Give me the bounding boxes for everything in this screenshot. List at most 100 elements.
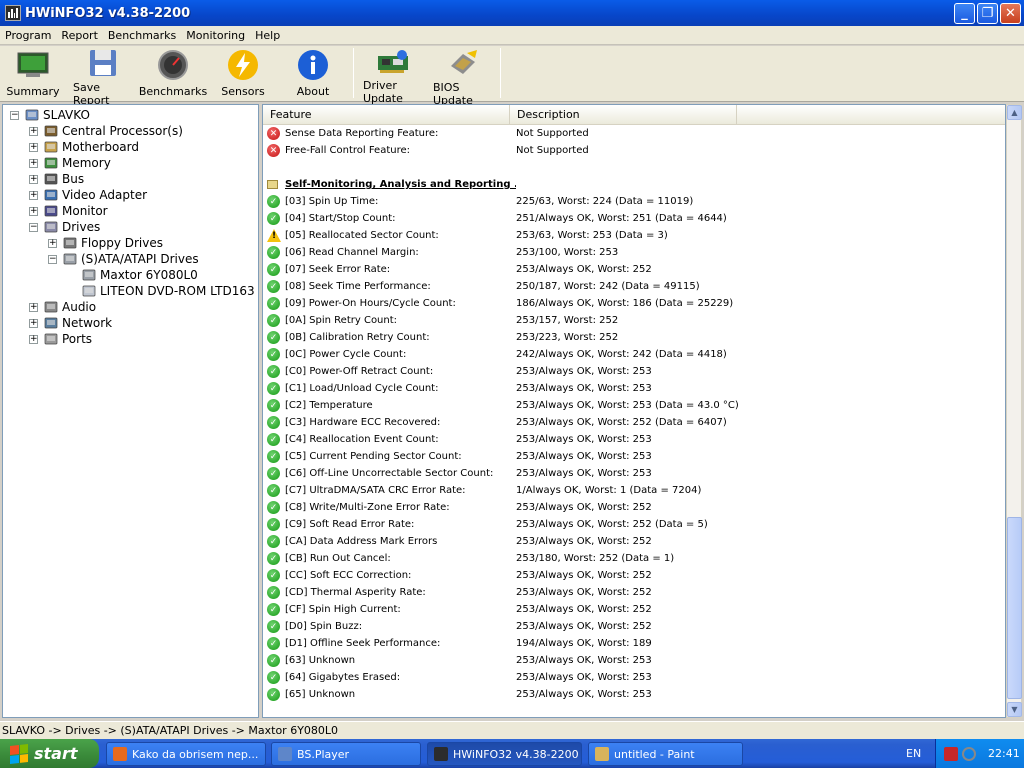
taskbar-button[interactable]: BS.Player <box>271 742 421 766</box>
tree-label: (S)ATA/ATAPI Drives <box>81 252 199 266</box>
close-button[interactable]: ✕ <box>1000 3 1021 24</box>
tree-item[interactable]: Ports <box>43 331 92 347</box>
menu-benchmarks[interactable]: Benchmarks <box>103 29 181 42</box>
device-tree[interactable]: − SLAVKO + Central Processor(s) + Motherboard… <box>2 104 259 718</box>
scroll-up-button[interactable]: ▲ <box>1007 105 1022 120</box>
tree-expander[interactable]: − <box>48 255 57 264</box>
menu-report[interactable]: Report <box>56 29 102 42</box>
vertical-scrollbar[interactable]: ▲ ▼ <box>1006 104 1022 718</box>
tree-item[interactable]: Maxtor 6Y080L0 <box>81 267 198 283</box>
table-row[interactable]: ✓ [CA] Data Address Mark Errors 253/Always… <box>267 533 997 550</box>
tree-item[interactable]: Audio <box>43 299 96 315</box>
menu-help[interactable]: Help <box>250 29 285 42</box>
save-report-button[interactable]: Save Report <box>73 48 133 107</box>
maximize-button[interactable]: ❐ <box>977 3 998 24</box>
tree-expander[interactable]: + <box>29 335 38 344</box>
feature-list[interactable]: Feature Description ✕ Sense Data Reportin… <box>262 104 1006 718</box>
taskbar-button[interactable]: Kako da obrisem nep... <box>106 742 266 766</box>
scroll-down-button[interactable]: ▼ <box>1007 702 1022 717</box>
tree-item[interactable]: LITEON DVD-ROM LTD163 <box>81 283 255 299</box>
table-row[interactable]: ✓ [CC] Soft ECC Correction: 253/Always OK,… <box>267 567 997 584</box>
ok-check-icon: ✓ <box>267 297 280 310</box>
table-row[interactable]: ✓ [D1] Offline Seek Performance: 194/Alway… <box>267 635 997 652</box>
tree-expander[interactable]: + <box>29 319 38 328</box>
column-feature[interactable]: Feature <box>263 105 510 125</box>
table-row[interactable]: ✓ [0B] Calibration Retry Count: 253/223, W… <box>267 329 997 346</box>
tree-item[interactable]: (S)ATA/ATAPI Drives <box>62 251 199 267</box>
table-row[interactable]: ✓ [C2] Temperature 253/Always OK, Worst: 2… <box>267 397 997 414</box>
benchmarks-button[interactable]: Benchmarks <box>139 48 207 100</box>
tree-expander[interactable]: + <box>29 207 38 216</box>
minimize-button[interactable]: _ <box>954 3 975 24</box>
table-row[interactable]: ✓ [C9] Soft Read Error Rate: 253/Always OK… <box>267 516 997 533</box>
taskbar-button[interactable]: untitled - Paint <box>588 742 743 766</box>
table-row[interactable]: ✓ [C0] Power-Off Retract Count: 253/Always… <box>267 363 997 380</box>
tree-item[interactable]: Memory <box>43 155 111 171</box>
column-description[interactable]: Description <box>510 105 737 125</box>
scroll-thumb[interactable] <box>1007 517 1022 699</box>
taskbar-button[interactable]: HWiNFO32 v4.38-2200 <box>427 742 582 766</box>
tree-item[interactable]: Video Adapter <box>43 187 147 203</box>
tree-expander[interactable]: + <box>29 127 38 136</box>
table-row[interactable]: ✓ [06] Read Channel Margin: 253/100, Worst… <box>267 244 997 261</box>
sensors-button[interactable]: Sensors <box>213 48 273 100</box>
menu-program[interactable]: Program <box>0 29 56 42</box>
table-row[interactable]: ✓ [03] Spin Up Time: 225/63, Worst: 224 (D… <box>267 193 997 210</box>
tree-item[interactable]: Monitor <box>43 203 108 219</box>
table-row[interactable]: ✓ [C3] Hardware ECC Recovered: 253/Always … <box>267 414 997 431</box>
table-row[interactable]: ✓ [C7] UltraDMA/SATA CRC Error Rate: 1/Alw… <box>267 482 997 499</box>
tree-expander[interactable]: + <box>29 159 38 168</box>
table-row[interactable]: ✓ [0A] Spin Retry Count: 253/157, Worst: 2… <box>267 312 997 329</box>
table-row[interactable]: Self-Monitoring, Analysis and Reporting … <box>267 176 997 193</box>
tree-expander[interactable]: + <box>29 175 38 184</box>
start-button[interactable]: start <box>0 739 99 768</box>
table-row[interactable]: ✓ [0C] Power Cycle Count: 242/Always OK, W… <box>267 346 997 363</box>
tree-expander[interactable]: + <box>48 239 57 248</box>
table-row[interactable]: ✓ [CF] Spin High Current: 253/Always OK, W… <box>267 601 997 618</box>
tree-item[interactable]: Central Processor(s) <box>43 123 183 139</box>
toolbar-separator <box>500 48 501 98</box>
table-row[interactable]: ✓ [C6] Off-Line Uncorrectable Sector Coun… <box>267 465 997 482</box>
table-row[interactable]: ✓ [C5] Current Pending Sector Count: 253/A… <box>267 448 997 465</box>
table-row[interactable]: ✓ [C4] Reallocation Event Count: 253/Alway… <box>267 431 997 448</box>
tree-item[interactable]: Floppy Drives <box>62 235 163 251</box>
about-button[interactable]: About <box>283 48 343 100</box>
tree-expander[interactable]: − <box>10 111 19 120</box>
tree-expander[interactable]: − <box>29 223 38 232</box>
bios-update-button[interactable]: BIOS Update <box>433 48 493 107</box>
tree-expander[interactable]: + <box>29 143 38 152</box>
tree-item[interactable]: Motherboard <box>43 139 139 155</box>
tree-item[interactable]: SLAVKO <box>24 107 90 123</box>
tree-expander[interactable]: + <box>29 303 38 312</box>
table-row[interactable]: ✓ [64] Gigabytes Erased: 253/Always OK, Wo… <box>267 669 997 686</box>
table-row[interactable]: ✓ [04] Start/Stop Count: 251/Always OK, Wo… <box>267 210 997 227</box>
table-row[interactable]: ✓ [65] Unknown 253/Always OK, Worst: 253 <box>267 686 997 703</box>
table-row[interactable]: ! [05] Reallocated Sector Count: 253/63, W… <box>267 227 997 244</box>
tree-expander[interactable]: + <box>29 191 38 200</box>
shield-icon[interactable] <box>944 746 958 761</box>
table-row[interactable]: ✓ [C8] Write/Multi-Zone Error Rate: 253/Al… <box>267 499 997 516</box>
table-row[interactable]: ✓ [CB] Run Out Cancel: 253/180, Worst: 252… <box>267 550 997 567</box>
table-row[interactable]: ✓ [63] Unknown 253/Always OK, Worst: 253 <box>267 652 997 669</box>
tree-item[interactable]: Drives <box>43 219 100 235</box>
table-row[interactable] <box>267 159 997 176</box>
driver-update-button[interactable]: Driver Update <box>363 48 423 105</box>
table-row[interactable]: ✓ [C1] Load/Unload Cycle Count: 253/Always… <box>267 380 997 397</box>
menu-monitoring[interactable]: Monitoring <box>181 29 250 42</box>
table-row[interactable]: ✓ [08] Seek Time Performance: 250/187, Wor… <box>267 278 997 295</box>
table-row[interactable]: ✕ Free-Fall Control Feature: Not Supported <box>267 142 997 159</box>
table-row[interactable]: ✓ [07] Seek Error Rate: 253/Always OK, Wor… <box>267 261 997 278</box>
table-row[interactable]: ✓ [CD] Thermal Asperity Rate: 253/Always O… <box>267 584 997 601</box>
table-row[interactable]: ✓ [D0] Spin Buzz: 253/Always OK, Worst: 25… <box>267 618 997 635</box>
windows-flag-icon <box>10 743 28 764</box>
tree-item[interactable]: Bus <box>43 171 84 187</box>
tree-item[interactable]: Network <box>43 315 112 331</box>
tray-app-icon[interactable] <box>962 746 976 761</box>
language-indicator[interactable]: EN <box>906 747 936 760</box>
description-cell: 253/Always OK, Worst: 253 <box>516 655 652 666</box>
hdd-icon <box>81 267 97 283</box>
table-row[interactable]: ✕ Sense Data Reporting Feature: Not Suppor… <box>267 125 997 142</box>
summary-button[interactable]: Summary <box>3 48 63 100</box>
table-row[interactable]: ✓ [09] Power-On Hours/Cycle Count: 186/Alw… <box>267 295 997 312</box>
description-cell: 253/180, Worst: 252 (Data = 1) <box>516 553 675 564</box>
